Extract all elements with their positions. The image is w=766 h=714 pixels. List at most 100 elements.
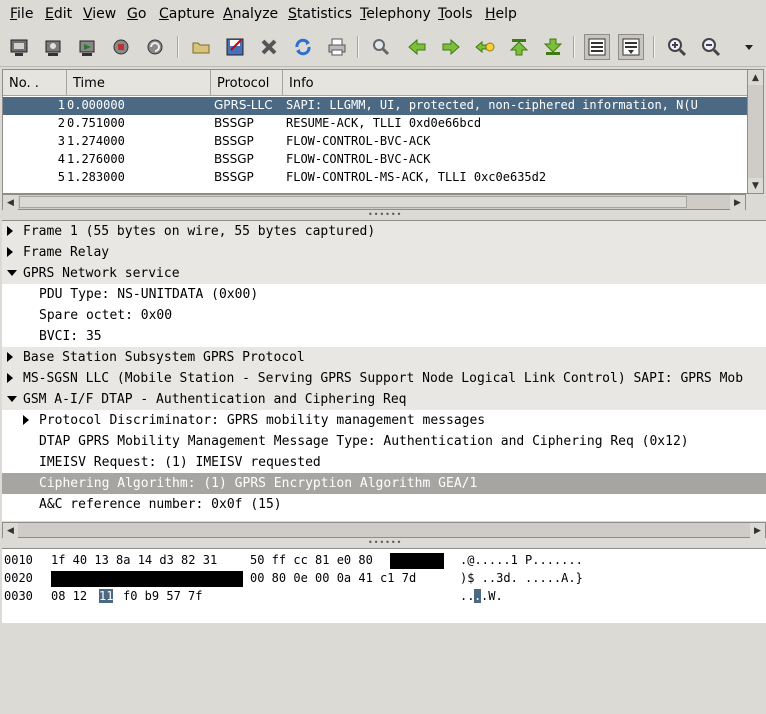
- details-row[interactable]: DTAP GPRS Mobility Management Message Ty…: [2, 431, 766, 452]
- zoom-in-button[interactable]: [664, 34, 690, 60]
- collapsed-arrow-icon[interactable]: [7, 247, 13, 257]
- details-row[interactable]: MS-SGSN LLC (Mobile Station - Serving GP…: [2, 368, 766, 389]
- save-file-button[interactable]: [222, 34, 248, 60]
- zoom-out-button[interactable]: [698, 34, 724, 60]
- go-first-button[interactable]: [506, 34, 532, 60]
- capture-options-button[interactable]: [40, 34, 66, 60]
- menu-capture[interactable]: Capture: [159, 6, 215, 22]
- expanded-arrow-icon[interactable]: [7, 396, 17, 402]
- close-file-button[interactable]: [256, 34, 282, 60]
- details-row-text: Base Station Subsystem GPRS Protocol: [23, 350, 305, 365]
- collapsed-arrow-icon[interactable]: [23, 415, 29, 425]
- details-row[interactable]: Protocol Discriminator: GPRS mobility ma…: [2, 410, 766, 431]
- packet-protocol: BSSGP: [214, 134, 254, 148]
- details-row[interactable]: IMEISV Request: (1) IMEISV requested: [2, 452, 766, 473]
- hex-offset: 0030: [4, 589, 33, 603]
- details-row-text: Protocol Discriminator: GPRS mobility ma…: [39, 413, 486, 428]
- packet-protocol: GPRS-LLC: [214, 98, 273, 112]
- details-row[interactable]: GPRS Network service: [2, 263, 766, 284]
- packet-row[interactable]: 1 0.000000 GPRS-LLC SAPI: LLGMM, UI, protec…: [3, 97, 747, 115]
- menu-edit[interactable]: Edit: [45, 6, 72, 22]
- details-row[interactable]: Base Station Subsystem GPRS Protocol: [2, 347, 766, 368]
- packet-row[interactable]: 3 1.274000 BSSGP FLOW-CONTROL-BVC-ACK: [3, 133, 747, 151]
- hex-selected-byte[interactable]: 11: [99, 589, 114, 603]
- collapsed-arrow-icon[interactable]: [7, 352, 13, 362]
- menu-file[interactable]: File: [10, 6, 33, 22]
- menu-statistics[interactable]: Statistics: [288, 6, 352, 22]
- packet-row[interactable]: 2 0.751000 BSSGP RESUME-ACK, TLLI 0xd0e66bc…: [3, 115, 747, 133]
- column-header-info[interactable]: Info: [283, 70, 747, 96]
- open-file-button[interactable]: [188, 34, 214, 60]
- scroll-down-arrow-icon[interactable]: ▼: [748, 178, 763, 193]
- go-first-icon: [508, 36, 530, 58]
- go-forward-button[interactable]: [438, 34, 464, 60]
- print-button[interactable]: [324, 34, 350, 60]
- interface-list-icon: [8, 36, 30, 58]
- packet-time: 0.751000: [67, 116, 125, 130]
- packet-time: 1.283000: [67, 170, 125, 184]
- details-row[interactable]: Spare octet: 0x00: [2, 305, 766, 326]
- hex-ascii: ..: [460, 589, 475, 603]
- hex-bytes: 50 ff cc 81 e0 80: [250, 553, 373, 567]
- packet-no: 5: [57, 170, 65, 184]
- column-header-time[interactable]: Time: [67, 70, 211, 96]
- start-capture-button[interactable]: [74, 34, 100, 60]
- expanded-arrow-icon[interactable]: [7, 270, 17, 276]
- hex-line-0020: 0020 00 80 0e 00 0a 41 c1 7d )$ ..3d. ..…: [2, 570, 583, 588]
- packet-list-horizontal-scrollbar[interactable]: ◀ ▶: [2, 194, 746, 210]
- details-row-text: Frame 1 (55 bytes on wire, 55 bytes capt…: [23, 224, 376, 239]
- auto-scroll-icon: [620, 36, 642, 58]
- packet-row[interactable]: 4 1.276000 BSSGP FLOW-CONTROL-BVC-ACK: [3, 151, 747, 169]
- packet-row[interactable]: 5 1.283000 BSSGP FLOW-CONTROL-MS-ACK, TLLI …: [3, 169, 747, 187]
- packet-list[interactable]: No. . Time Protocol Info 1 0.000000 GPRS-L…: [2, 69, 748, 194]
- collapsed-arrow-icon[interactable]: [7, 226, 13, 236]
- packet-details-tree[interactable]: Frame 1 (55 bytes on wire, 55 bytes capt…: [2, 220, 766, 521]
- scroll-thumb[interactable]: [19, 196, 687, 208]
- hex-bytes: 00 80 0e 00 0a 41 c1 7d: [250, 571, 417, 585]
- go-to-packet-button[interactable]: [472, 34, 498, 60]
- main-toolbar: [0, 28, 766, 67]
- details-row[interactable]: BVCI: 35: [2, 326, 766, 347]
- details-row[interactable]: PDU Type: NS-UNITDATA (0x00): [2, 284, 766, 305]
- menu-telephony[interactable]: Telephony: [360, 6, 431, 22]
- packet-bytes-pane[interactable]: 0010 1f 40 13 8a 14 d3 82 31 50 ff cc 81…: [2, 548, 766, 623]
- menu-go[interactable]: Go: [127, 6, 146, 22]
- find-packet-button[interactable]: [368, 34, 394, 60]
- details-row[interactable]: GSM A-I/F DTAP - Authentication and Ciph…: [2, 389, 766, 410]
- menu-analyze[interactable]: Analyze: [223, 6, 278, 22]
- scroll-left-arrow-icon[interactable]: ◀: [3, 195, 18, 210]
- scroll-right-arrow-icon[interactable]: ▶: [730, 195, 745, 210]
- hex-ascii: .@.....1 P.......: [460, 553, 583, 567]
- pane-resize-handle[interactable]: ••••••: [368, 210, 402, 219]
- packet-info: FLOW-CONTROL-MS-ACK, TLLI 0xc0e635d2: [286, 170, 547, 184]
- details-row[interactable]: Frame 1 (55 bytes on wire, 55 bytes capt…: [2, 221, 766, 242]
- packet-list-vertical-scrollbar[interactable]: ▲ ▼: [747, 69, 764, 194]
- details-row-selected[interactable]: Ciphering Algorithm: (1) GPRS Encryption…: [2, 473, 766, 494]
- pane-resize-handle[interactable]: ••••••: [368, 538, 402, 547]
- column-header-no[interactable]: No. .: [3, 70, 67, 96]
- go-back-button[interactable]: [404, 34, 430, 60]
- column-header-protocol[interactable]: Protocol: [211, 70, 283, 96]
- details-horizontal-scrollbar[interactable]: ◀ ▶: [2, 522, 766, 538]
- reload-button[interactable]: [290, 34, 316, 60]
- menu-bar: File Edit View Go Capture Analyze Statistics Te…: [0, 0, 766, 28]
- menu-tools[interactable]: Tools: [438, 6, 473, 22]
- menu-help[interactable]: Help: [485, 6, 517, 22]
- hex-bytes: 08 12: [51, 589, 88, 603]
- go-last-button[interactable]: [540, 34, 566, 60]
- interface-list-button[interactable]: [6, 34, 32, 60]
- colorize-button[interactable]: [584, 34, 610, 60]
- scroll-left-arrow-icon[interactable]: ◀: [3, 523, 18, 538]
- details-row-text: PDU Type: NS-UNITDATA (0x00): [39, 287, 259, 302]
- collapsed-arrow-icon[interactable]: [7, 373, 13, 383]
- scroll-right-arrow-icon[interactable]: ▶: [750, 523, 765, 538]
- restart-capture-button[interactable]: [142, 34, 168, 60]
- details-row[interactable]: A&C reference number: 0x0f (15): [2, 494, 766, 515]
- auto-scroll-button[interactable]: [618, 34, 644, 60]
- menu-view[interactable]: View: [83, 6, 116, 22]
- details-row[interactable]: Frame Relay: [2, 242, 766, 263]
- stop-capture-button[interactable]: [108, 34, 134, 60]
- hex-offset: 0020: [4, 571, 33, 585]
- scroll-up-arrow-icon[interactable]: ▲: [748, 70, 763, 85]
- more-button[interactable]: [736, 34, 762, 60]
